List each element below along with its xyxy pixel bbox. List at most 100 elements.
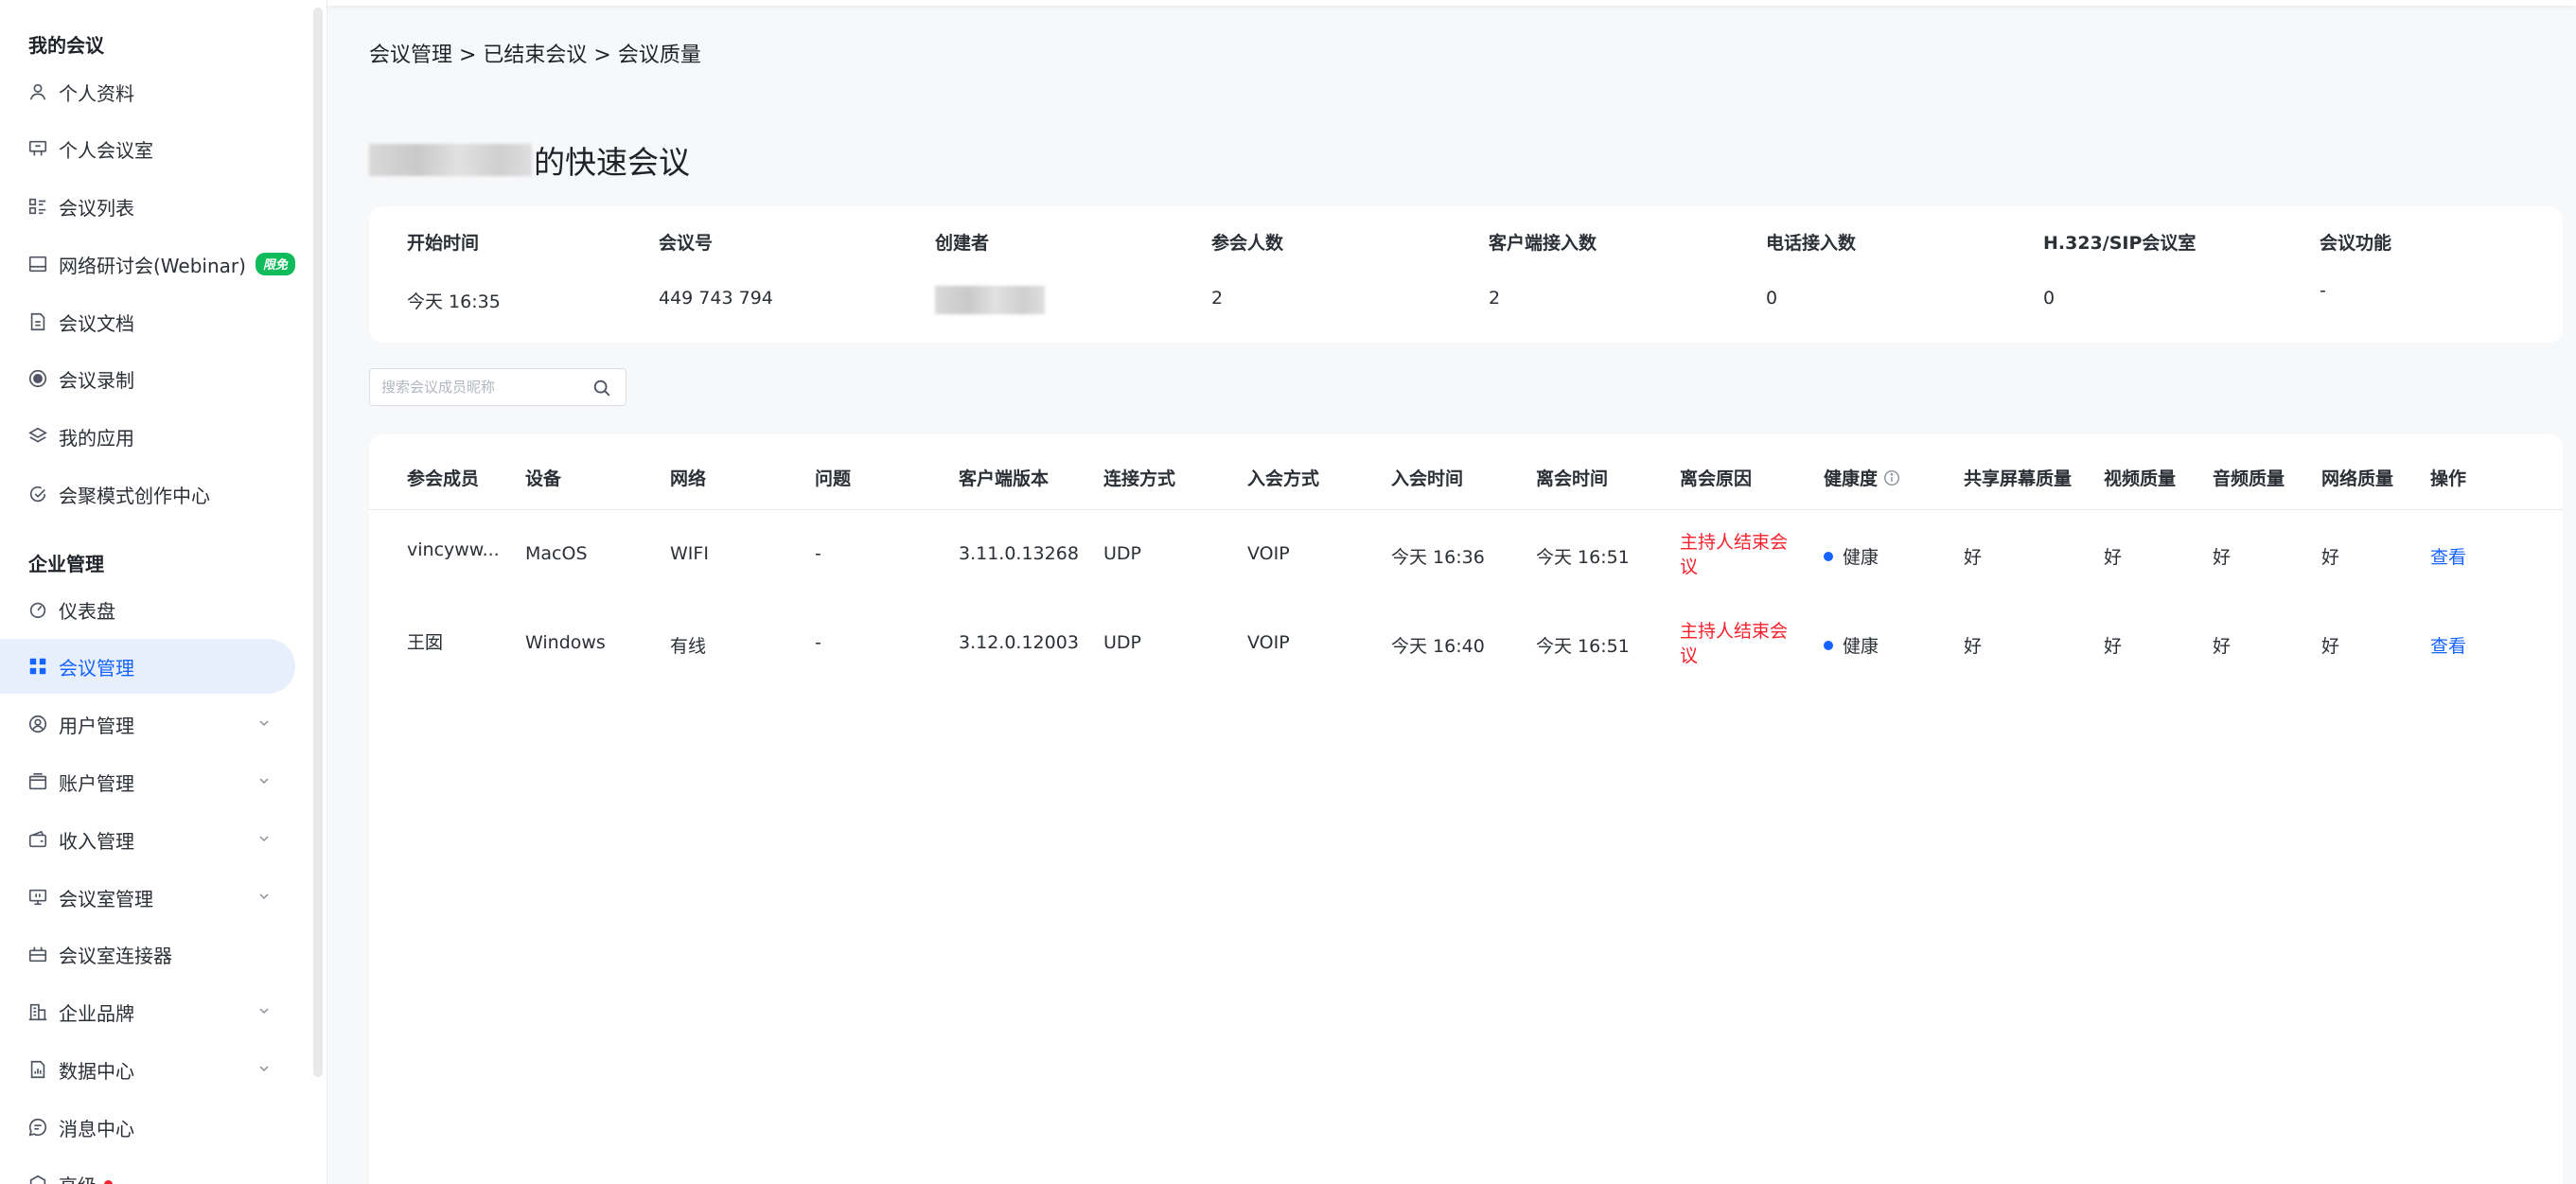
sidebar-item-meeting-list[interactable]: 会议列表 <box>0 179 295 234</box>
search-icon[interactable] <box>591 378 612 398</box>
view-link[interactable]: 查看 <box>2430 632 2466 658</box>
chevron-down-icon <box>259 836 269 842</box>
sidebar-item-creative-center[interactable]: 会聚模式创作中心 <box>0 467 295 521</box>
health-label: 健康 <box>1843 636 1879 657</box>
info-header: 客户端接入数 <box>1489 233 1597 254</box>
sidebar-item-room-connector[interactable]: 会议室连接器 <box>0 927 295 981</box>
room-icon <box>26 137 49 160</box>
sidebar-item-user-management[interactable]: 用户管理 <box>0 697 295 751</box>
document-icon <box>26 310 49 333</box>
column-header: 入会时间 <box>1391 468 1464 489</box>
sidebar-item-webinar[interactable]: 网络研讨会(Webinar) 限免 <box>0 237 295 292</box>
info-value: 0 <box>2043 288 2056 309</box>
page-title-text: 的快速会议 <box>534 144 690 181</box>
sidebar-item-label: 高级 <box>59 1171 97 1184</box>
sidebar-item-my-apps[interactable]: 我的应用 <box>0 409 295 464</box>
search-input[interactable] <box>381 379 580 396</box>
cell-join-method: VOIP <box>1247 632 1290 653</box>
cell-connection: UDP <box>1103 632 1141 653</box>
building-icon <box>26 1000 49 1023</box>
info-header: 参会人数 <box>1211 233 1284 254</box>
info-header: H.323/SIP会议室 <box>2043 233 2197 254</box>
redacted-creator <box>935 286 1045 314</box>
sidebar-item-meeting-management[interactable]: 会议管理 <box>0 639 295 694</box>
sidebar-item-income-management[interactable]: 收入管理 <box>0 812 295 867</box>
wallet-icon <box>26 770 49 793</box>
health-dot <box>1824 551 1833 561</box>
sidebar-item-label: 数据中心 <box>59 1059 134 1083</box>
info-phone-joins: 电话接入数 0 <box>1766 229 1856 312</box>
sidebar-item-label: 个人会议室 <box>59 138 153 162</box>
sidebar-item-documents[interactable]: 会议文档 <box>0 294 295 349</box>
sidebar-item-label: 会议管理 <box>59 656 134 680</box>
participants-table: 参会成员 设备 网络 问题 客户端版本 连接方式 入会方式 入会时间 离会时间 … <box>369 434 2563 1184</box>
info-header: 开始时间 <box>407 233 480 254</box>
cell-join-time: 今天 16:36 <box>1391 547 1485 568</box>
cell-client-version: 3.12.0.12003 <box>959 632 1079 653</box>
page-title: 的快速会议 <box>369 137 690 183</box>
info-header: 电话接入数 <box>1766 233 1857 254</box>
webinar-icon <box>26 253 49 275</box>
info-client-joins: 客户端接入数 2 <box>1489 229 1597 312</box>
record-icon <box>26 367 49 390</box>
dashboard-icon <box>26 598 49 621</box>
meeting-info-card: 开始时间 今天 16:35 会议号 449 743 794 创建者 参会人数 2… <box>369 206 2563 343</box>
chevron-down-icon <box>259 1066 269 1072</box>
sidebar-item-personal-room[interactable]: 个人会议室 <box>0 121 295 176</box>
creative-icon <box>26 483 49 505</box>
info-creator: 创建者 <box>935 229 1045 314</box>
cell-leave-time: 今天 16:51 <box>1536 547 1630 568</box>
column-header: 操作 <box>2430 468 2467 489</box>
info-header: 创建者 <box>935 233 990 254</box>
sidebar-item-dashboard[interactable]: 仪表盘 <box>0 582 295 637</box>
column-header: 共享屏幕质量 <box>1964 468 2073 489</box>
view-link[interactable]: 查看 <box>2430 543 2466 569</box>
sidebar-item-advanced[interactable]: 高级 <box>0 1157 295 1184</box>
sidebar-item-account-management[interactable]: 账户管理 <box>0 754 295 809</box>
sidebar-item-recordings[interactable]: 会议录制 <box>0 351 295 406</box>
info-start-time: 开始时间 今天 16:35 <box>407 229 501 312</box>
cell-network-quality: 好 <box>2321 636 2340 657</box>
sidebar-item-data-center[interactable]: 数据中心 <box>0 1042 295 1097</box>
cell-video-quality: 好 <box>2104 636 2123 657</box>
sidebar-scrollbar[interactable] <box>313 8 323 1077</box>
person-icon <box>26 80 49 103</box>
sidebar-item-label: 企业品牌 <box>59 1001 134 1025</box>
info-participants: 参会人数 2 <box>1211 229 1283 312</box>
cell-health: 健康 <box>1824 543 1879 569</box>
user-circle-icon <box>26 713 49 735</box>
notification-dot <box>104 1179 113 1184</box>
column-header: 设备 <box>525 468 562 489</box>
sidebar-item-message-center[interactable]: 消息中心 <box>0 1100 295 1155</box>
sidebar-item-room-management[interactable]: 会议室管理 <box>0 870 295 925</box>
health-label: 健康 <box>1843 547 1879 568</box>
sidebar-item-label: 个人资料 <box>59 81 134 105</box>
info-icon[interactable] <box>1883 469 1900 486</box>
info-value: 449 743 794 <box>659 288 773 309</box>
table-row: 王囡 Windows 有线 - 3.12.0.12003 UDP VOIP 今天… <box>369 600 2563 689</box>
cell-device: MacOS <box>525 543 588 564</box>
sidebar-item-label: 网络研讨会(Webinar) <box>59 254 246 277</box>
cell-share-quality: 好 <box>1964 547 1983 568</box>
grid-icon <box>26 655 49 678</box>
info-value: 2 <box>1489 288 1501 309</box>
sidebar-item-label: 会聚模式创作中心 <box>59 484 210 507</box>
cell-leave-reason: 主持人结束会议 <box>1680 532 1789 577</box>
member-search-box[interactable] <box>369 368 626 406</box>
sidebar-item-enterprise-brand[interactable]: 企业品牌 <box>0 984 295 1039</box>
column-header: 离会原因 <box>1680 468 1753 489</box>
cell-leave-reason: 主持人结束会议 <box>1680 621 1789 666</box>
sidebar: 我的会议 个人资料 个人会议室 会议列表 网络研讨会(Webinar) 限免 会… <box>0 0 327 1184</box>
cell-leave-time: 今天 16:51 <box>1536 636 1630 657</box>
sidebar-item-label: 会议录制 <box>59 368 134 392</box>
column-header-health: 健康度 <box>1824 465 1900 490</box>
chevron-down-icon <box>259 893 269 900</box>
cell-connection: UDP <box>1103 543 1141 564</box>
screen-icon <box>26 886 49 909</box>
info-value: - <box>2320 280 2326 301</box>
sidebar-item-profile[interactable]: 个人资料 <box>0 64 295 119</box>
info-value: 0 <box>1766 288 1778 309</box>
sidebar-item-label: 用户管理 <box>59 714 134 737</box>
health-dot <box>1824 640 1833 650</box>
sidebar-item-label: 会议室连接器 <box>59 944 172 967</box>
